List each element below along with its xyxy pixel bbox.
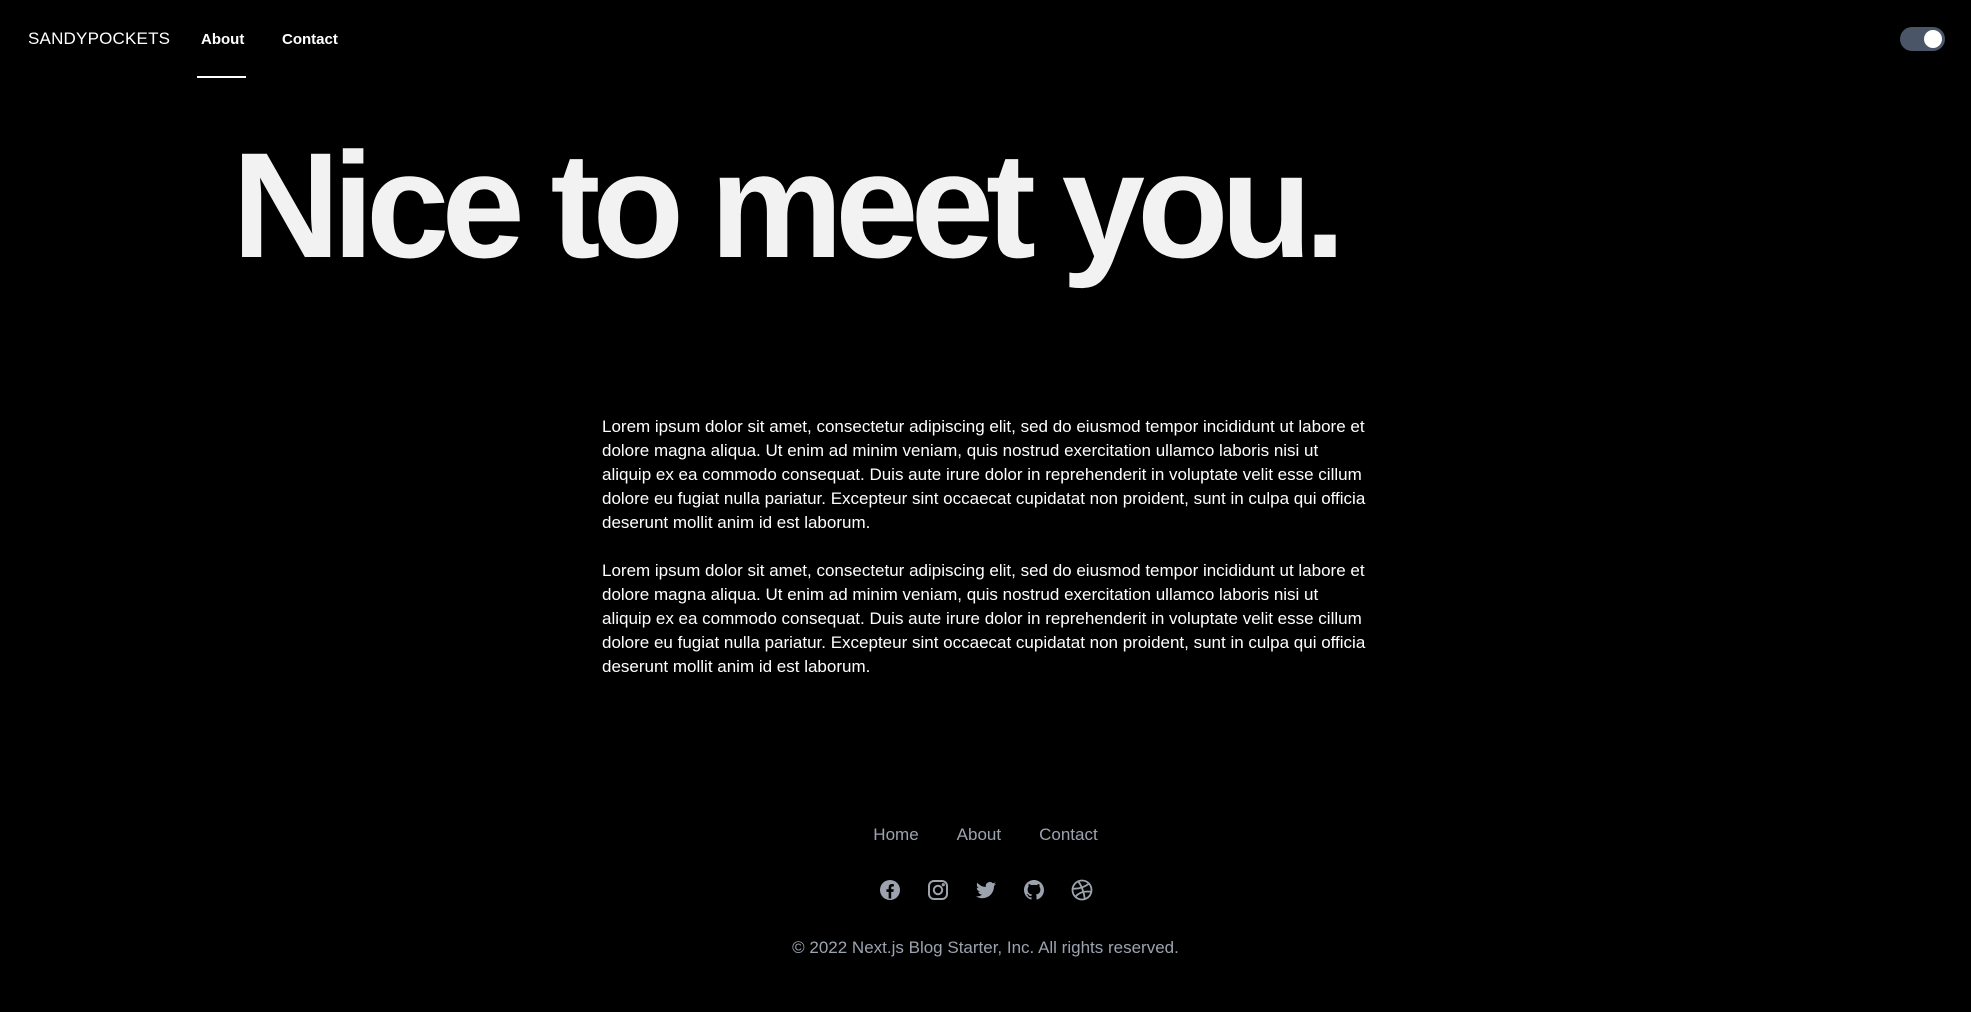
github-icon[interactable] [1022, 878, 1046, 902]
hero-title: Nice to meet you. [232, 121, 1346, 289]
dribbble-icon[interactable] [1070, 878, 1094, 902]
brand-logo[interactable]: SANDYPOCKETS [28, 29, 170, 49]
paragraph: Lorem ipsum dolor sit amet, consectetur … [602, 561, 1366, 676]
toggle-knob [1924, 30, 1942, 48]
copyright-text: © 2022 Next.js Blog Starter, Inc. All ri… [792, 938, 1179, 957]
twitter-icon[interactable] [974, 878, 998, 902]
footer-nav: Home About Contact [0, 825, 1971, 845]
main-content: Lorem ipsum dolor sit amet, consectetur … [602, 415, 1372, 703]
active-nav-indicator [197, 76, 246, 78]
facebook-icon[interactable] [878, 878, 902, 902]
nav-link-contact[interactable]: Contact [282, 31, 338, 48]
nav-link-about[interactable]: About [201, 31, 244, 48]
instagram-icon[interactable] [926, 878, 950, 902]
footer-link-about[interactable]: About [957, 825, 1001, 845]
footer-link-home[interactable]: Home [873, 825, 918, 845]
paragraph: Lorem ipsum dolor sit amet, consectetur … [602, 417, 1366, 532]
theme-toggle[interactable] [1900, 27, 1945, 51]
site-header: SANDYPOCKETS About Contact [0, 0, 1971, 80]
footer-link-contact[interactable]: Contact [1039, 825, 1098, 845]
social-links [0, 878, 1971, 902]
page: SANDYPOCKETS About Contact Nice to meet … [0, 0, 1971, 1012]
